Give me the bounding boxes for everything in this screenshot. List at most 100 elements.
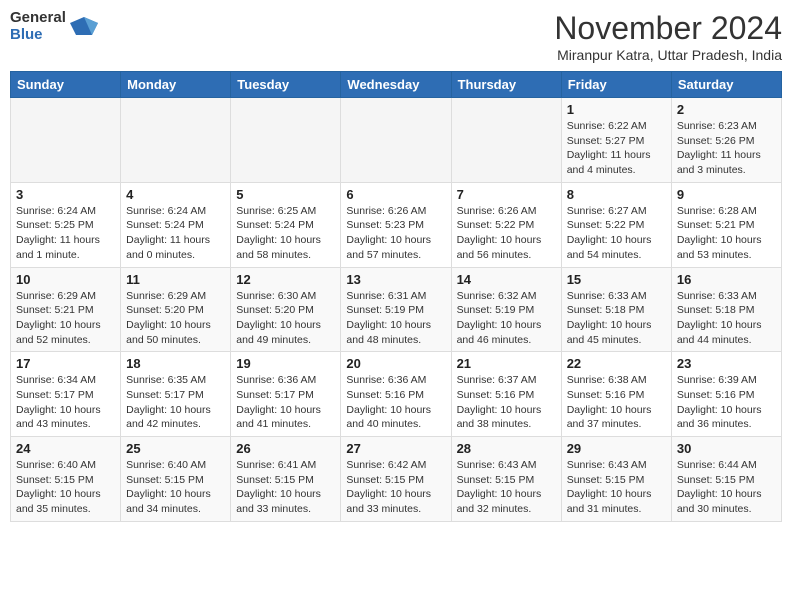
day-info: Sunrise: 6:42 AMSunset: 5:15 PMDaylight:…: [346, 458, 445, 517]
calendar-day-cell: 23 Sunrise: 6:39 AMSunset: 5:16 PMDayligh…: [671, 352, 781, 437]
calendar-day-cell: 22Sunrise: 6:38 AMSunset: 5:16 PMDayligh…: [561, 352, 671, 437]
day-info: Sunrise: 6:30 AMSunset: 5:20 PMDaylight:…: [236, 289, 335, 348]
day-number: 2: [677, 102, 776, 117]
month-title: November 2024: [554, 10, 782, 47]
calendar-day-cell: 20Sunrise: 6:36 AMSunset: 5:16 PMDayligh…: [341, 352, 451, 437]
day-number: 3: [16, 187, 115, 202]
day-number: 10: [16, 272, 115, 287]
day-number: 26: [236, 441, 335, 456]
calendar-day-cell: [11, 98, 121, 183]
day-info: Sunrise: 6:26 AMSunset: 5:23 PMDaylight:…: [346, 204, 445, 263]
day-number: 9: [677, 187, 776, 202]
calendar-day-cell: 4Sunrise: 6:24 AMSunset: 5:24 PMDaylight…: [121, 182, 231, 267]
day-info: Sunrise: 6:40 AMSunset: 5:15 PMDaylight:…: [16, 458, 115, 517]
calendar-week-row: 24 Sunrise: 6:40 AMSunset: 5:15 PMDayligh…: [11, 437, 782, 522]
calendar-day-cell: 29Sunrise: 6:43 AMSunset: 5:15 PMDayligh…: [561, 437, 671, 522]
calendar-day-cell: 28Sunrise: 6:43 AMSunset: 5:15 PMDayligh…: [451, 437, 561, 522]
day-info: Sunrise: 6:32 AMSunset: 5:19 PMDaylight:…: [457, 289, 556, 348]
day-number: 4: [126, 187, 225, 202]
day-number: 23: [677, 356, 776, 371]
day-info: Sunrise: 6:29 AMSunset: 5:21 PMDaylight:…: [16, 289, 115, 348]
logo-text: General Blue: [10, 10, 66, 43]
day-number: 18: [126, 356, 225, 371]
day-of-week-header: Friday: [561, 72, 671, 98]
day-info: Sunrise: 6:31 AMSunset: 5:19 PMDaylight:…: [346, 289, 445, 348]
day-number: 15: [567, 272, 666, 287]
page-header: General Blue November 2024 Miranpur Katr…: [10, 10, 782, 63]
calendar-day-cell: 8 Sunrise: 6:27 AMSunset: 5:22 PMDaylight…: [561, 182, 671, 267]
day-info: Sunrise: 6:25 AMSunset: 5:24 PMDaylight:…: [236, 204, 335, 263]
day-info: Sunrise: 6:41 AMSunset: 5:15 PMDaylight:…: [236, 458, 335, 517]
day-number: 1: [567, 102, 666, 117]
logo-general: General: [10, 10, 66, 27]
calendar-day-cell: 10 Sunrise: 6:29 AMSunset: 5:21 PMDayligh…: [11, 267, 121, 352]
day-info: Sunrise: 6:33 AMSunset: 5:18 PMDaylight:…: [567, 289, 666, 348]
day-info: Sunrise: 6:40 AMSunset: 5:15 PMDaylight:…: [126, 458, 225, 517]
day-info: Sunrise: 6:22 AMSunset: 5:27 PMDaylight:…: [567, 119, 666, 178]
day-info: Sunrise: 6:38 AMSunset: 5:16 PMDaylight:…: [567, 373, 666, 432]
calendar-day-cell: [121, 98, 231, 183]
day-of-week-header: Thursday: [451, 72, 561, 98]
day-number: 29: [567, 441, 666, 456]
calendar-week-row: 10 Sunrise: 6:29 AMSunset: 5:21 PMDayligh…: [11, 267, 782, 352]
day-number: 20: [346, 356, 445, 371]
calendar-day-cell: 7Sunrise: 6:26 AMSunset: 5:22 PMDaylight…: [451, 182, 561, 267]
day-of-week-header: Saturday: [671, 72, 781, 98]
calendar-day-cell: 9 Sunrise: 6:28 AMSunset: 5:21 PMDaylight…: [671, 182, 781, 267]
day-number: 8: [567, 187, 666, 202]
calendar-day-cell: 5Sunrise: 6:25 AMSunset: 5:24 PMDaylight…: [231, 182, 341, 267]
calendar-day-cell: [341, 98, 451, 183]
day-number: 19: [236, 356, 335, 371]
calendar-day-cell: 6 Sunrise: 6:26 AMSunset: 5:23 PMDaylight…: [341, 182, 451, 267]
logo-blue: Blue: [10, 27, 66, 44]
calendar-day-cell: 2 Sunrise: 6:23 AMSunset: 5:26 PMDaylight…: [671, 98, 781, 183]
day-number: 30: [677, 441, 776, 456]
day-info: Sunrise: 6:33 AMSunset: 5:18 PMDaylight:…: [677, 289, 776, 348]
calendar-day-cell: [451, 98, 561, 183]
calendar-day-cell: 13 Sunrise: 6:31 AMSunset: 5:19 PMDayligh…: [341, 267, 451, 352]
calendar-week-row: 3 Sunrise: 6:24 AMSunset: 5:25 PMDaylight…: [11, 182, 782, 267]
calendar-day-cell: 15 Sunrise: 6:33 AMSunset: 5:18 PMDayligh…: [561, 267, 671, 352]
day-number: 13: [346, 272, 445, 287]
calendar-day-cell: [231, 98, 341, 183]
calendar-day-cell: 11Sunrise: 6:29 AMSunset: 5:20 PMDayligh…: [121, 267, 231, 352]
calendar-day-cell: 17 Sunrise: 6:34 AMSunset: 5:17 PMDayligh…: [11, 352, 121, 437]
calendar-day-cell: 12Sunrise: 6:30 AMSunset: 5:20 PMDayligh…: [231, 267, 341, 352]
calendar-week-row: 1 Sunrise: 6:22 AMSunset: 5:27 PMDaylight…: [11, 98, 782, 183]
calendar-table: SundayMondayTuesdayWednesdayThursdayFrid…: [10, 71, 782, 522]
day-number: 27: [346, 441, 445, 456]
calendar-day-cell: 26 Sunrise: 6:41 AMSunset: 5:15 PMDayligh…: [231, 437, 341, 522]
day-info: Sunrise: 6:23 AMSunset: 5:26 PMDaylight:…: [677, 119, 776, 178]
location: Miranpur Katra, Uttar Pradesh, India: [554, 47, 782, 63]
day-info: Sunrise: 6:35 AMSunset: 5:17 PMDaylight:…: [126, 373, 225, 432]
day-info: Sunrise: 6:43 AMSunset: 5:15 PMDaylight:…: [457, 458, 556, 517]
day-number: 17: [16, 356, 115, 371]
logo: General Blue: [10, 10, 98, 43]
calendar-day-cell: 18 Sunrise: 6:35 AMSunset: 5:17 PMDayligh…: [121, 352, 231, 437]
day-number: 6: [346, 187, 445, 202]
day-info: Sunrise: 6:39 AMSunset: 5:16 PMDaylight:…: [677, 373, 776, 432]
logo-icon: [70, 13, 98, 41]
day-number: 24: [16, 441, 115, 456]
day-info: Sunrise: 6:27 AMSunset: 5:22 PMDaylight:…: [567, 204, 666, 263]
calendar-day-cell: 14Sunrise: 6:32 AMSunset: 5:19 PMDayligh…: [451, 267, 561, 352]
day-info: Sunrise: 6:44 AMSunset: 5:15 PMDaylight:…: [677, 458, 776, 517]
calendar-header-row: SundayMondayTuesdayWednesdayThursdayFrid…: [11, 72, 782, 98]
calendar-day-cell: 21Sunrise: 6:37 AMSunset: 5:16 PMDayligh…: [451, 352, 561, 437]
calendar-day-cell: 24 Sunrise: 6:40 AMSunset: 5:15 PMDayligh…: [11, 437, 121, 522]
day-info: Sunrise: 6:36 AMSunset: 5:17 PMDaylight:…: [236, 373, 335, 432]
day-of-week-header: Tuesday: [231, 72, 341, 98]
day-of-week-header: Sunday: [11, 72, 121, 98]
day-of-week-header: Wednesday: [341, 72, 451, 98]
day-info: Sunrise: 6:29 AMSunset: 5:20 PMDaylight:…: [126, 289, 225, 348]
day-of-week-header: Monday: [121, 72, 231, 98]
calendar-day-cell: 30 Sunrise: 6:44 AMSunset: 5:15 PMDayligh…: [671, 437, 781, 522]
day-info: Sunrise: 6:28 AMSunset: 5:21 PMDaylight:…: [677, 204, 776, 263]
day-info: Sunrise: 6:34 AMSunset: 5:17 PMDaylight:…: [16, 373, 115, 432]
day-number: 25: [126, 441, 225, 456]
calendar-day-cell: 1 Sunrise: 6:22 AMSunset: 5:27 PMDaylight…: [561, 98, 671, 183]
day-info: Sunrise: 6:24 AMSunset: 5:25 PMDaylight:…: [16, 204, 115, 263]
day-number: 16: [677, 272, 776, 287]
day-info: Sunrise: 6:37 AMSunset: 5:16 PMDaylight:…: [457, 373, 556, 432]
calendar-day-cell: 16 Sunrise: 6:33 AMSunset: 5:18 PMDayligh…: [671, 267, 781, 352]
